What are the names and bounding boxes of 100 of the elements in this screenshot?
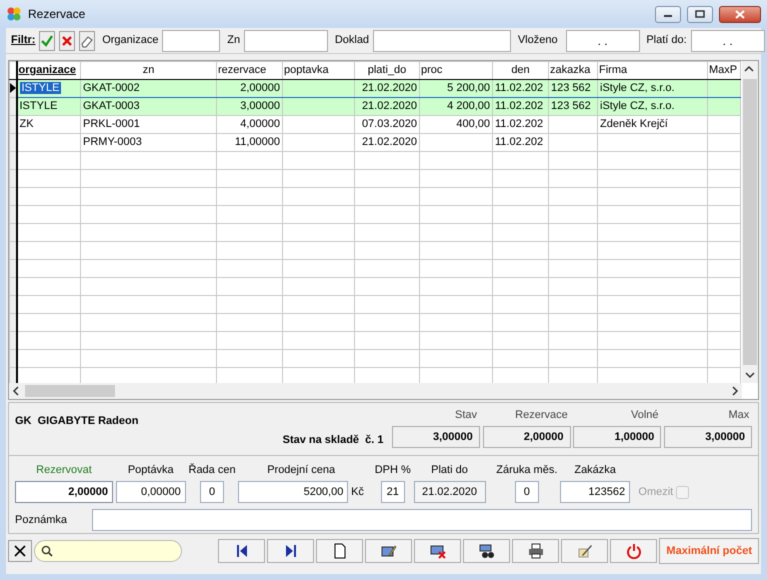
stat-label: Rezervace [514,408,569,423]
clear-search-button[interactable] [8,540,32,562]
filter-label: Filtr: [11,33,36,48]
table-cell: 11,00000 [234,136,280,148]
edit-record-icon [380,543,396,559]
field-label: Řada cen [188,462,236,478]
check-icon [40,34,54,48]
stat-value: 3,00000 [664,426,752,448]
table-cell: 21.02.2020 [362,100,417,112]
number-field[interactable]: 2,00000 [15,481,113,504]
number-field[interactable]: 0 [514,481,539,504]
field-label: Plati do [430,463,469,478]
date-field[interactable]: 21.02.2020 [414,481,486,504]
column-header[interactable]: rezervace [216,62,282,80]
number-field[interactable]: 123562 [560,481,630,504]
printer-icon [528,543,544,559]
scroll-left-icon [11,384,21,398]
table-cell: Zdeněk Krejčí [600,118,668,130]
table-cell: GKAT-0003 [83,100,140,112]
column-header[interactable]: zn [80,62,216,80]
close-icon [735,10,745,18]
column-header[interactable]: plati_do [354,62,420,80]
column-header[interactable]: zakazka [548,62,598,80]
table-cell: 11.02.202 [495,82,544,94]
table-cell: PRMY-0003 [83,136,142,148]
search-icon [41,545,53,557]
print-button[interactable] [512,539,559,563]
stat-label: Volné [630,408,660,423]
filter-field[interactable]: . . [690,30,765,52]
apply-filter-button[interactable] [39,30,56,50]
currency-label: Kč [351,485,364,500]
table-cell: iStyle CZ, s.r.o. [600,82,675,94]
filter-label: Vloženo [518,33,558,48]
pencil-icon [576,543,592,559]
table-cell: GKAT-0002 [83,82,140,94]
table-cell: PRKL-0001 [83,118,140,130]
table-cell: ZK [20,118,34,130]
column-header[interactable]: organizace [16,62,80,80]
stat-value: 1,00000 [573,426,662,448]
power-icon [626,543,642,559]
minimize-button[interactable] [655,6,681,22]
filter-field[interactable] [162,30,220,52]
table-cell: iStyle CZ, s.r.o. [600,100,675,112]
table-cell: 21.02.2020 [362,136,417,148]
field-label: DPH % [374,463,411,478]
number-field[interactable]: 21 [380,481,405,504]
column-header[interactable]: proc [420,62,492,80]
find-button[interactable] [463,539,510,563]
stat-value: 2,00000 [482,426,570,448]
restore-button[interactable] [687,6,713,22]
last-record-button[interactable] [267,539,314,563]
table-cell: 21.02.2020 [362,82,417,94]
close-icon [14,545,26,557]
table-cell: 11.02.202 [495,136,544,148]
restore-icon [695,10,705,18]
new-document-icon [332,543,348,559]
scroll-down-icon [743,370,757,380]
column-header[interactable]: poptavka [282,62,354,80]
note-field[interactable] [92,508,752,531]
table-cell: 2,00000 [240,82,280,94]
product-title: GK GIGABYTE Radeon [15,414,140,429]
new-record-button[interactable] [316,539,363,563]
stat-label: Max [727,408,750,423]
field-label: Prodejní cena [266,463,336,478]
table-cell: 07.03.2020 [362,118,417,130]
number-field[interactable]: 0,00000 [116,481,186,504]
table-cell: 123 562 [551,100,591,112]
table-cell: 3,00000 [240,100,280,112]
table-cell: 400,00 [456,118,490,130]
filter-label: Platí do: [646,33,687,48]
vertical-scrollbar[interactable] [742,61,758,383]
field-label: Rezervovat [35,463,93,478]
number-field[interactable]: 0 [200,481,224,504]
eraser-icon [80,34,94,48]
row-pointer-icon [10,83,14,94]
binoculars-icon [478,543,494,559]
table-cell: 4,00000 [240,118,280,130]
filter-label: Zn [227,33,240,48]
edit-record-button[interactable] [365,539,412,563]
exit-button[interactable] [610,539,657,563]
table-cell: 5 200,00 [447,82,490,94]
eraser-button[interactable] [79,30,96,50]
first-record-button[interactable] [218,539,265,563]
app-icon [6,6,22,22]
clear-filter-button[interactable] [59,30,76,50]
field-label: Záruka měs. [496,463,558,478]
column-header[interactable]: den [492,62,548,80]
number-field[interactable]: 5200,00 [238,481,348,504]
filter-field[interactable] [244,30,328,52]
cross-icon [60,34,74,48]
column-header[interactable]: Firma [598,62,708,80]
column-header[interactable]: MaxP [708,62,740,80]
table-cell: ISTYLE [20,82,62,94]
checkbox-label: Omezit [638,485,674,500]
horizontal-scrollbar[interactable] [9,383,742,399]
delete-record-button[interactable] [414,539,461,563]
filter-field[interactable] [373,30,512,52]
search-field[interactable] [34,540,182,562]
filter-field[interactable]: . . [566,30,640,52]
close-button[interactable] [719,6,761,22]
